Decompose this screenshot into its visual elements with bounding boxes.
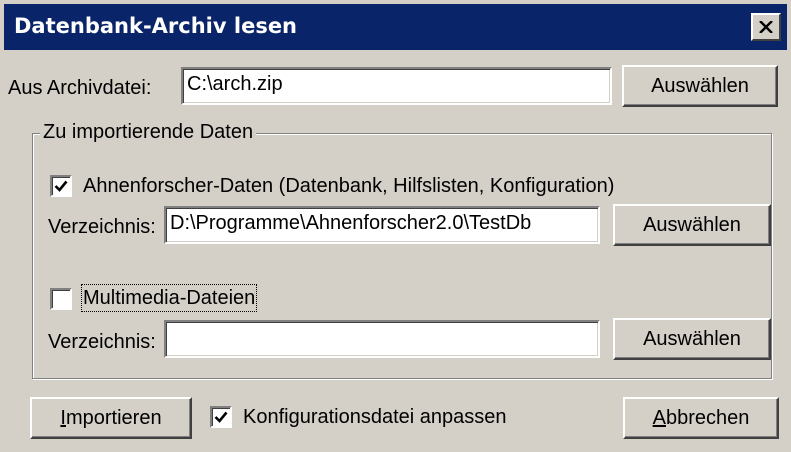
multimedia-select-label: Auswählen [643,327,741,350]
cancel-button[interactable]: Abbrechen [623,397,779,439]
multimedia-checkbox[interactable] [50,288,72,310]
ahnen-select-label: Auswählen [643,213,741,236]
archive-select-label: Auswählen [651,74,749,97]
import-button[interactable]: Importieren [30,397,192,439]
cancel-button-label: Abbrechen [653,407,750,430]
ahnen-select-button[interactable]: Auswählen [613,204,771,246]
multimedia-directory-input[interactable] [164,320,600,358]
adjust-config-checkbox[interactable] [210,406,232,428]
checkmark-icon [214,411,228,423]
import-label-rest: mportieren [65,406,162,429]
multimedia-label[interactable]: Multimedia-Dateien [80,284,258,312]
ahnen-directory-input[interactable]: D:\Programme\Ahnenforscher2.0\TestDb [164,206,600,244]
ahnen-data-checkbox[interactable] [50,175,72,197]
window-title: Datenbank-Archiv lesen [14,14,298,38]
adjust-config-label[interactable]: Konfigurationsdatei anpassen [243,405,507,429]
close-button[interactable] [751,13,781,41]
title-bar[interactable]: Datenbank-Archiv lesen [4,4,787,50]
multimedia-directory-label: Verzeichnis: [48,331,156,353]
checkmark-icon [54,180,68,192]
close-icon [759,21,773,33]
ahnen-data-label[interactable]: Ahnenforscher-Daten (Datenbank, Hilfslis… [83,174,614,198]
dialog-window: Datenbank-Archiv lesen Aus Archivdatei: … [0,0,791,452]
cancel-accelerator: A [652,406,666,429]
cancel-label-rest: bbrechen [665,406,750,429]
multimedia-select-button[interactable]: Auswählen [613,318,771,360]
archive-file-label: Aus Archivdatei: [8,77,152,99]
import-button-label: Importieren [60,407,161,430]
archive-file-input[interactable]: C:\arch.zip [181,67,612,105]
ahnen-directory-label: Verzeichnis: [48,216,156,238]
archive-select-button[interactable]: Auswählen [622,65,778,107]
import-data-legend: Zu importierende Daten [40,120,257,144]
